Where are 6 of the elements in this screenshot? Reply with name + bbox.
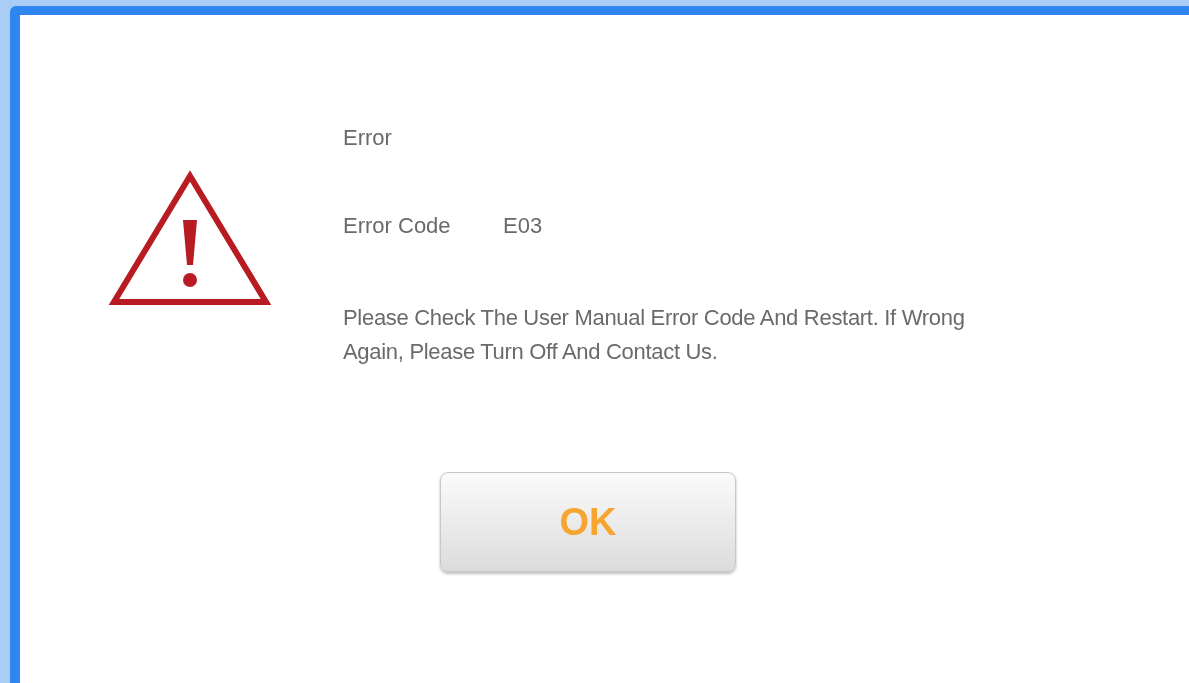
warning-icon — [108, 170, 272, 308]
error-code-label: Error Code — [343, 213, 452, 239]
error-code-value: E03 — [503, 213, 543, 239]
error-message: Please Check The User Manual Error Code And Restart. If Wrong Again, Please Turn Off And Contact Us. — [343, 304, 966, 366]
dialog-title: Error — [343, 125, 393, 151]
ok-button[interactable]: OK — [440, 472, 736, 572]
